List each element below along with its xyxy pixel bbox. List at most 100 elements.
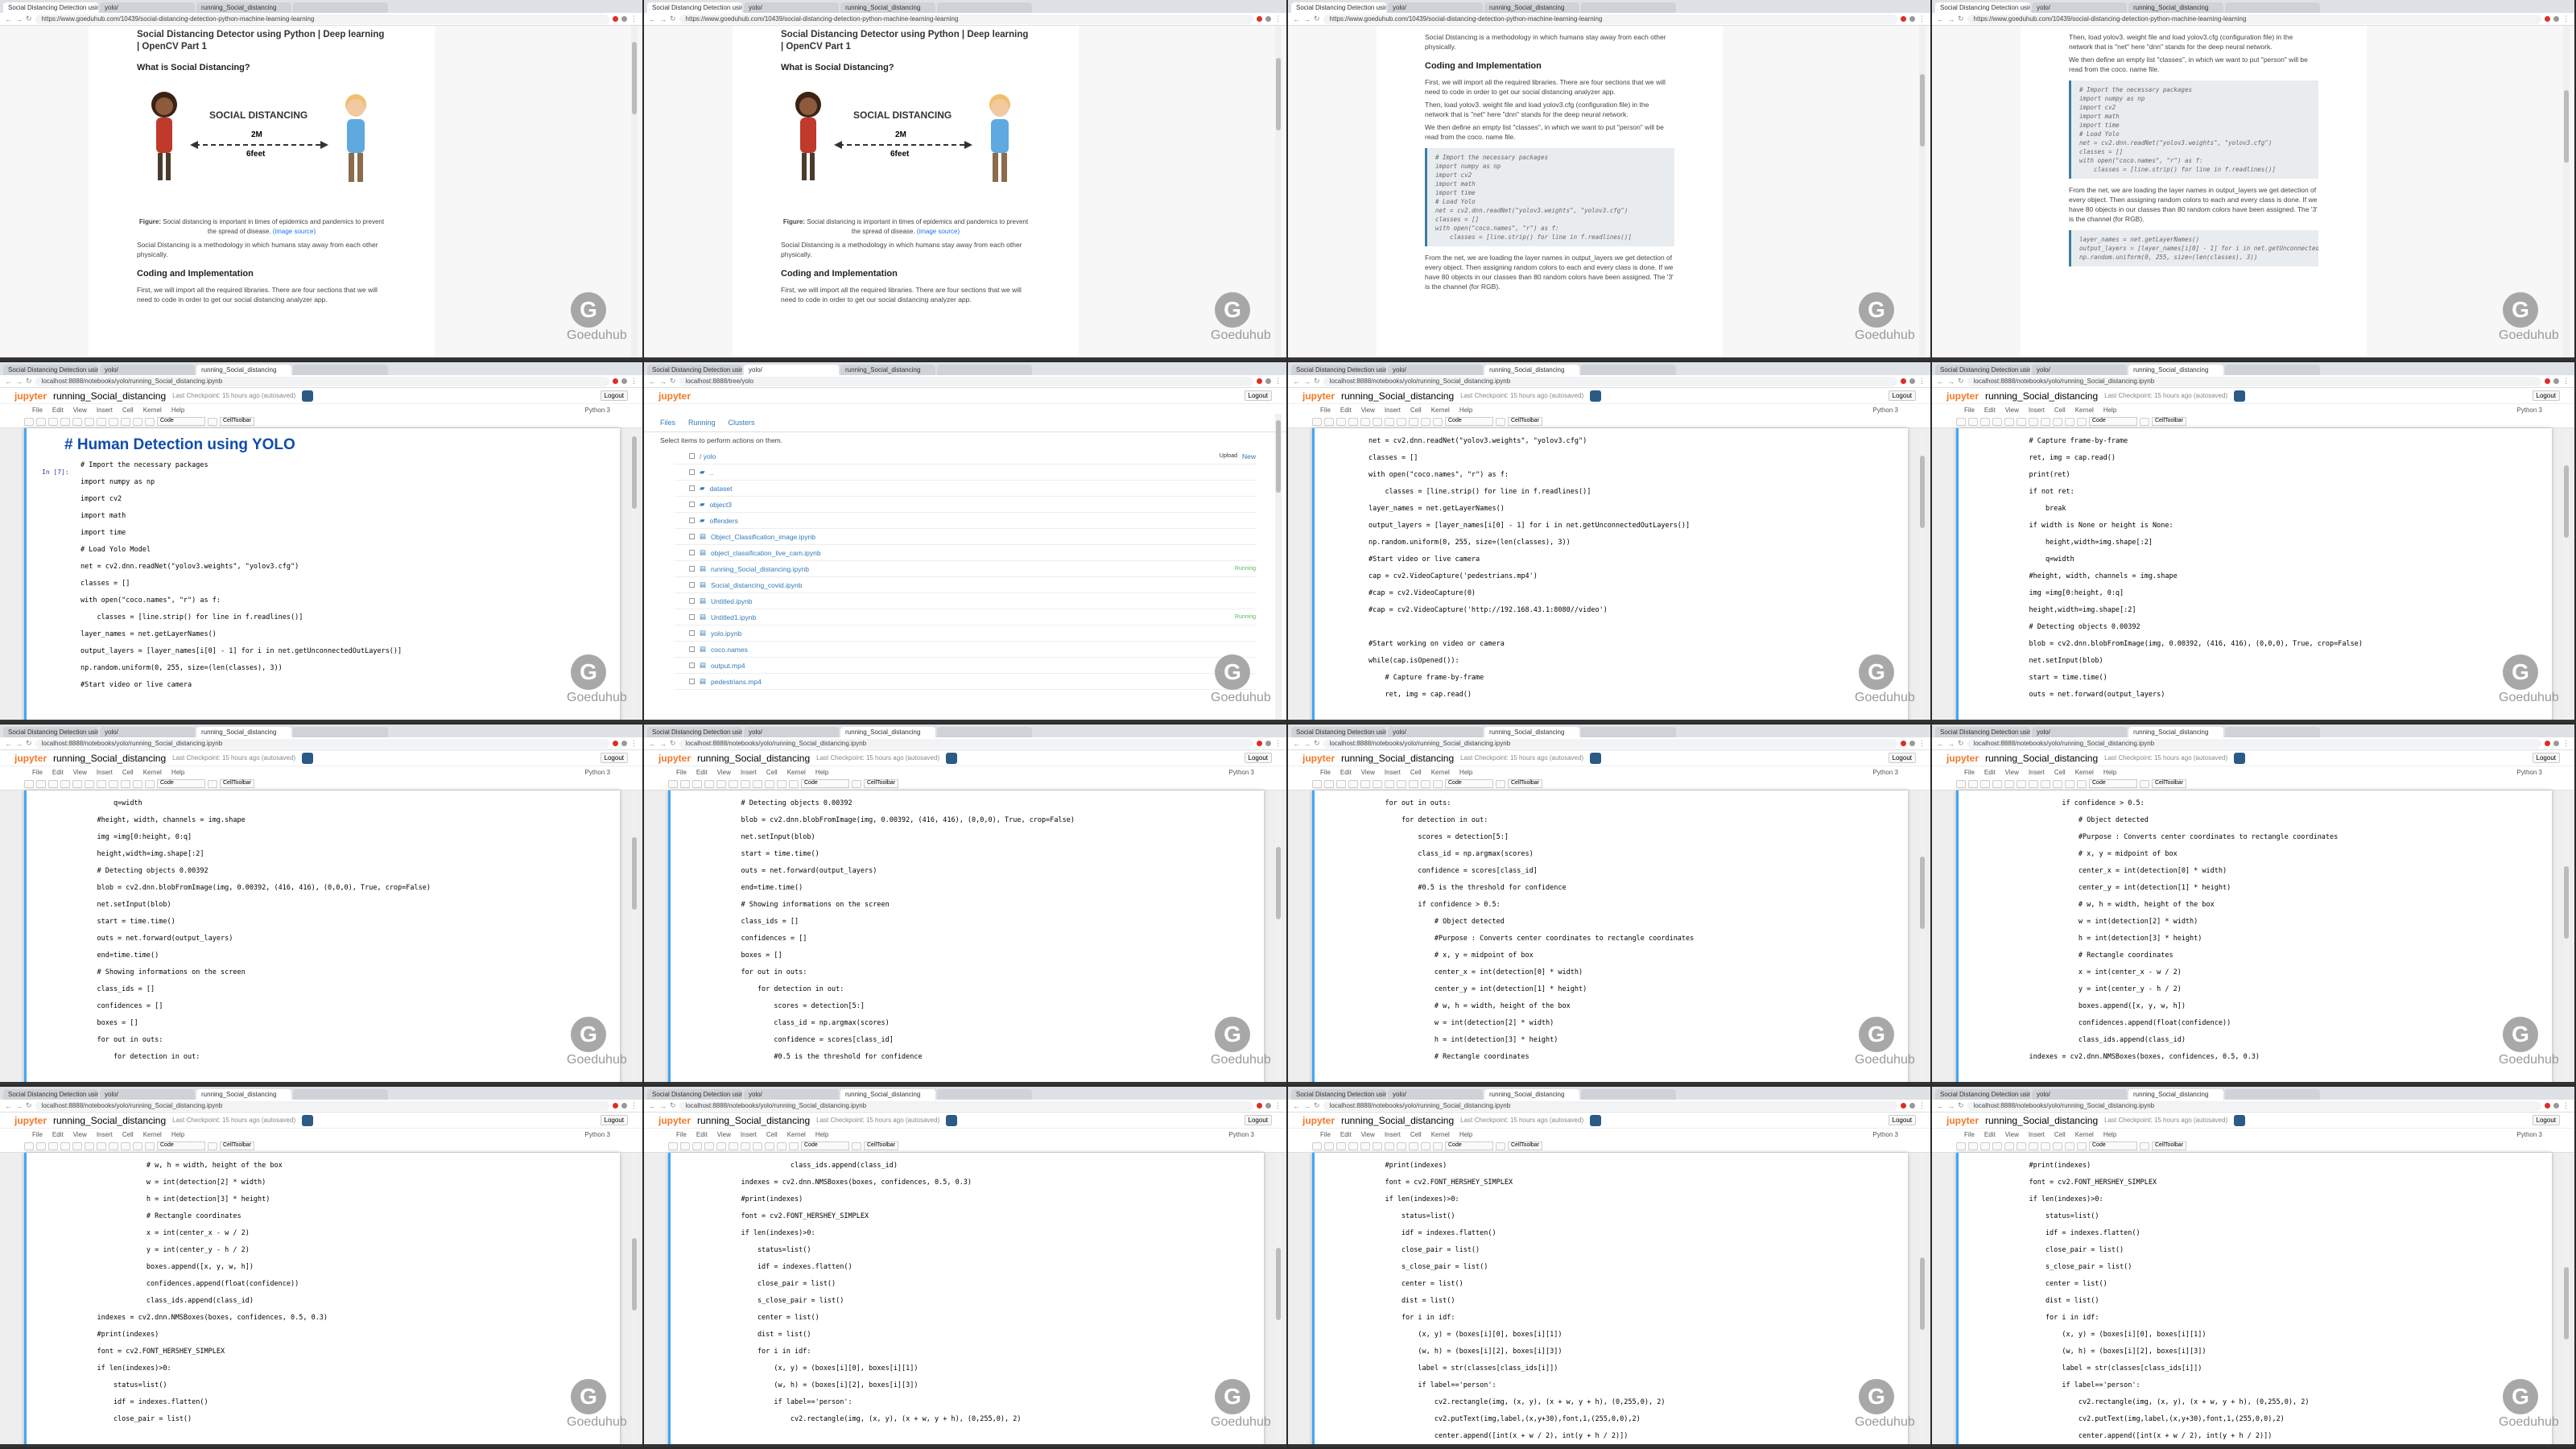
save-icon[interactable] xyxy=(1956,417,1966,426)
menu-item[interactable]: Edit xyxy=(1984,407,1996,414)
stop-icon[interactable] xyxy=(2053,417,2062,426)
jupyter-logo[interactable]: jupyter xyxy=(658,753,691,764)
file-list-item[interactable]: ▤ Untitled1.ipynb Running xyxy=(675,609,1256,625)
move-up-icon[interactable] xyxy=(729,779,738,788)
restart-icon[interactable] xyxy=(2065,417,2074,426)
save-icon[interactable] xyxy=(24,779,34,788)
command-palette-icon[interactable] xyxy=(852,779,861,788)
file-name[interactable]: yolo.ipynb xyxy=(711,630,741,638)
scrollbar-thumb[interactable] xyxy=(1920,1257,1925,1330)
extension-icon[interactable] xyxy=(2545,16,2550,22)
save-icon[interactable] xyxy=(1956,779,1966,788)
command-palette-icon[interactable] xyxy=(208,417,217,426)
scrollbar-thumb[interactable] xyxy=(632,837,637,910)
save-icon[interactable] xyxy=(24,1141,34,1150)
move-up-icon[interactable] xyxy=(85,1141,94,1150)
browser-tab[interactable]: running_Social_distancing xyxy=(196,1089,291,1100)
move-up-icon[interactable] xyxy=(2017,417,2026,426)
copy-icon[interactable] xyxy=(1992,779,2002,788)
scrollbar-thumb[interactable] xyxy=(632,42,637,114)
save-icon[interactable] xyxy=(1312,779,1322,788)
menu-item[interactable]: Kernel xyxy=(143,1131,162,1138)
file-checkbox[interactable] xyxy=(689,598,695,604)
forward-icon[interactable]: → xyxy=(15,378,23,386)
menu-item[interactable]: Insert xyxy=(741,769,757,776)
url-field[interactable]: localhost:8888/notebooks/yolo/running_So… xyxy=(35,738,609,749)
browser-tab[interactable]: Social Distancing Detection usin xyxy=(3,727,98,737)
reload-icon[interactable]: ↻ xyxy=(670,377,676,386)
stop-icon[interactable] xyxy=(1409,417,1418,426)
browser-tab[interactable]: Social Distancing Detection usin xyxy=(647,727,742,737)
cell-type-select[interactable]: Code xyxy=(2089,779,2137,788)
jupyter-logo[interactable]: jupyter xyxy=(658,1115,691,1126)
scrollbar[interactable] xyxy=(2563,1153,2570,1447)
browser-tab[interactable]: yolo/ xyxy=(2032,365,2127,375)
paste-icon[interactable] xyxy=(72,779,82,788)
menu-item[interactable]: View xyxy=(1361,1131,1375,1138)
logout-button[interactable]: Logout xyxy=(1244,1115,1272,1125)
extension-icon[interactable] xyxy=(1257,1103,1262,1108)
save-icon[interactable] xyxy=(1312,1141,1322,1150)
menu-item[interactable]: Edit xyxy=(696,769,708,776)
cut-icon[interactable] xyxy=(1336,1141,1346,1150)
url-field[interactable]: localhost:8888/notebooks/yolo/running_So… xyxy=(35,376,609,386)
forward-icon[interactable]: → xyxy=(659,1102,667,1110)
cut-icon[interactable] xyxy=(48,417,58,426)
cell-type-select[interactable]: Code xyxy=(801,779,849,788)
menu-item[interactable]: Edit xyxy=(1340,407,1352,414)
scrollbar[interactable] xyxy=(1275,791,1282,1085)
command-palette-icon[interactable] xyxy=(852,1141,861,1150)
add-cell-icon[interactable] xyxy=(680,1141,690,1150)
back-icon[interactable]: ← xyxy=(1937,15,1944,23)
fast-forward-icon[interactable] xyxy=(789,1141,799,1150)
forward-icon[interactable]: → xyxy=(15,15,23,23)
back-icon[interactable]: ← xyxy=(649,15,656,23)
menu-item[interactable]: Insert xyxy=(1385,769,1401,776)
menu-item[interactable]: File xyxy=(32,1131,43,1138)
menu-icon[interactable]: ⋮ xyxy=(2562,14,2570,23)
menu-item[interactable]: View xyxy=(1361,407,1375,414)
celltoolbar-button[interactable]: CellToolbar xyxy=(2152,1141,2187,1150)
menu-item[interactable]: File xyxy=(1964,1131,1975,1138)
scrollbar[interactable] xyxy=(1275,414,1282,723)
file-checkbox[interactable] xyxy=(689,630,695,636)
browser-tab[interactable]: running_Social_distancing xyxy=(1484,2,1579,13)
menu-item[interactable]: Insert xyxy=(2029,1131,2045,1138)
browser-tab[interactable]: yolo/ xyxy=(1388,727,1483,737)
scrollbar[interactable] xyxy=(2563,791,2570,1085)
restart-icon[interactable] xyxy=(1421,1141,1430,1150)
notebook-name[interactable]: running_Social_distancing xyxy=(1985,390,2098,402)
jupyter-logo[interactable]: jupyter xyxy=(14,753,47,764)
menu-item[interactable]: Edit xyxy=(1340,1131,1352,1138)
file-name[interactable]: pedestrians.mp4 xyxy=(711,678,762,686)
file-checkbox[interactable] xyxy=(689,566,695,572)
celltoolbar-button[interactable]: CellToolbar xyxy=(220,417,255,426)
logout-button[interactable]: Logout xyxy=(1244,753,1272,763)
notebook-name[interactable]: running_Social_distancing xyxy=(1985,753,2098,764)
move-down-icon[interactable] xyxy=(2029,779,2038,788)
code-cell[interactable]: # Capture frame-by-frame ret, img = cap.… xyxy=(1961,433,2552,704)
run-icon[interactable] xyxy=(1397,1141,1406,1150)
forward-icon[interactable]: → xyxy=(659,15,667,23)
browser-tab[interactable]: Social Distancing Detection usin xyxy=(3,365,98,375)
back-icon[interactable]: ← xyxy=(5,1102,12,1110)
browser-tab[interactable] xyxy=(293,1089,388,1100)
upload-button[interactable]: Upload xyxy=(1220,453,1237,459)
menu-icon[interactable]: ⋮ xyxy=(1274,14,1282,23)
move-down-icon[interactable] xyxy=(741,779,750,788)
menu-item[interactable]: Insert xyxy=(97,769,113,776)
cell-type-select[interactable]: Code xyxy=(157,1141,205,1150)
copy-icon[interactable] xyxy=(1992,1141,2002,1150)
celltoolbar-button[interactable]: CellToolbar xyxy=(1508,1141,1543,1150)
menu-item[interactable]: File xyxy=(676,1131,687,1138)
menu-item[interactable]: Kernel xyxy=(1431,1131,1450,1138)
menu-item[interactable]: File xyxy=(1320,769,1331,776)
file-list-item[interactable]: ▤ Social_distancing_covid.ipynb xyxy=(675,577,1256,593)
scrollbar[interactable] xyxy=(631,26,638,361)
menu-item[interactable]: Edit xyxy=(52,1131,64,1138)
paste-icon[interactable] xyxy=(72,417,82,426)
restart-icon[interactable] xyxy=(133,779,142,788)
celltoolbar-button[interactable]: CellToolbar xyxy=(2152,779,2187,788)
url-field[interactable]: localhost:8888/notebooks/yolo/running_So… xyxy=(1323,738,1897,749)
stop-icon[interactable] xyxy=(765,779,774,788)
